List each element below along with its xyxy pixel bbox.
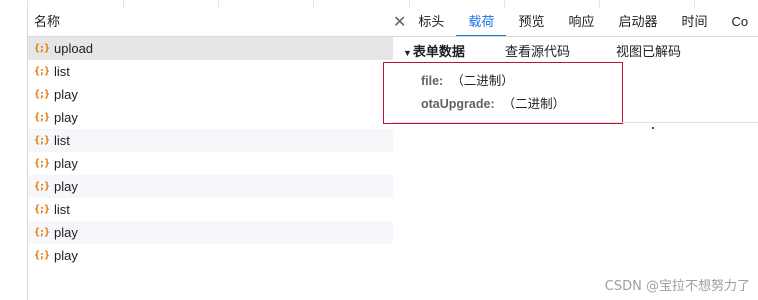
stray-mark: [652, 127, 654, 129]
column-divider: [599, 0, 600, 8]
tab-timing[interactable]: 时间: [669, 8, 719, 36]
xhr-braces-icon: {;}: [34, 203, 50, 215]
close-icon[interactable]: ✕: [393, 12, 406, 32]
xhr-braces-icon: {;}: [34, 111, 50, 123]
request-row[interactable]: {;} play: [28, 83, 393, 106]
view-decoded-link[interactable]: 视图已解码: [616, 37, 681, 67]
form-data-row: file: （二进制）: [421, 70, 565, 93]
request-name: play: [54, 248, 78, 263]
request-row[interactable]: {;} list: [28, 129, 393, 152]
top-strip: [0, 0, 758, 8]
request-name: upload: [54, 41, 94, 56]
column-divider: [694, 0, 695, 8]
xhr-braces-icon: {;}: [34, 249, 50, 261]
form-key: file:: [421, 74, 444, 88]
request-row[interactable]: {;} upload: [28, 37, 393, 60]
details-divider: [393, 122, 758, 123]
collapse-triangle-icon: ▼: [403, 48, 412, 58]
xhr-braces-icon: {;}: [34, 157, 50, 169]
watermark: CSDN @宝拉不想努力了: [604, 279, 750, 294]
request-row[interactable]: {;} play: [28, 152, 393, 175]
xhr-braces-icon: {;}: [34, 134, 50, 146]
form-value: （二进制）: [451, 74, 514, 88]
column-divider: [313, 0, 314, 8]
tab-payload[interactable]: 载荷: [456, 8, 507, 36]
xhr-braces-icon: {;}: [34, 180, 50, 192]
tab-initiator[interactable]: 启动器: [606, 8, 669, 36]
column-divider: [409, 0, 410, 8]
column-divider: [27, 0, 28, 8]
form-data-list: file: （二进制） otaUpgrade: （二进制）: [421, 70, 565, 116]
column-divider: [504, 0, 505, 8]
name-column-header[interactable]: 名称: [28, 8, 393, 37]
request-name: play: [54, 179, 78, 194]
xhr-braces-icon: {;}: [34, 88, 50, 100]
form-data-row: otaUpgrade: （二进制）: [421, 93, 565, 116]
form-key: otaUpgrade:: [421, 97, 495, 111]
request-name: play: [54, 156, 78, 171]
xhr-braces-icon: {;}: [34, 65, 50, 77]
column-divider: [123, 0, 124, 8]
request-row[interactable]: {;} play: [28, 221, 393, 244]
details-tab-bar: ✕ 标头 载荷 预览 响应 启动器 时间 Co: [393, 8, 758, 37]
request-name: play: [54, 110, 78, 125]
request-name: play: [54, 225, 78, 240]
tab-response[interactable]: 响应: [556, 8, 606, 36]
request-name: play: [54, 87, 78, 102]
request-name: list: [54, 133, 70, 148]
request-name: list: [54, 64, 70, 79]
request-list-panel: 名称 {;} upload {;} list {;} play {;} play…: [27, 8, 394, 300]
request-row[interactable]: {;} list: [28, 198, 393, 221]
tab-cookies[interactable]: Co: [720, 8, 758, 36]
xhr-braces-icon: {;}: [34, 42, 50, 54]
tab-preview[interactable]: 预览: [506, 8, 556, 36]
request-details-panel: ✕ 标头 载荷 预览 响应 启动器 时间 Co ▼表单数据 查看源代码 视图已解…: [383, 8, 758, 300]
form-value: （二进制）: [502, 97, 566, 111]
request-row[interactable]: {;} play: [28, 175, 393, 198]
column-divider: [218, 0, 219, 8]
request-name: list: [54, 202, 70, 217]
request-row[interactable]: {;} play: [28, 244, 393, 267]
form-data-title: 表单数据: [412, 44, 465, 59]
request-row[interactable]: {;} play: [28, 106, 393, 129]
tab-headers[interactable]: 标头: [406, 8, 456, 36]
request-row[interactable]: {;} list: [28, 60, 393, 83]
xhr-braces-icon: {;}: [34, 226, 50, 238]
